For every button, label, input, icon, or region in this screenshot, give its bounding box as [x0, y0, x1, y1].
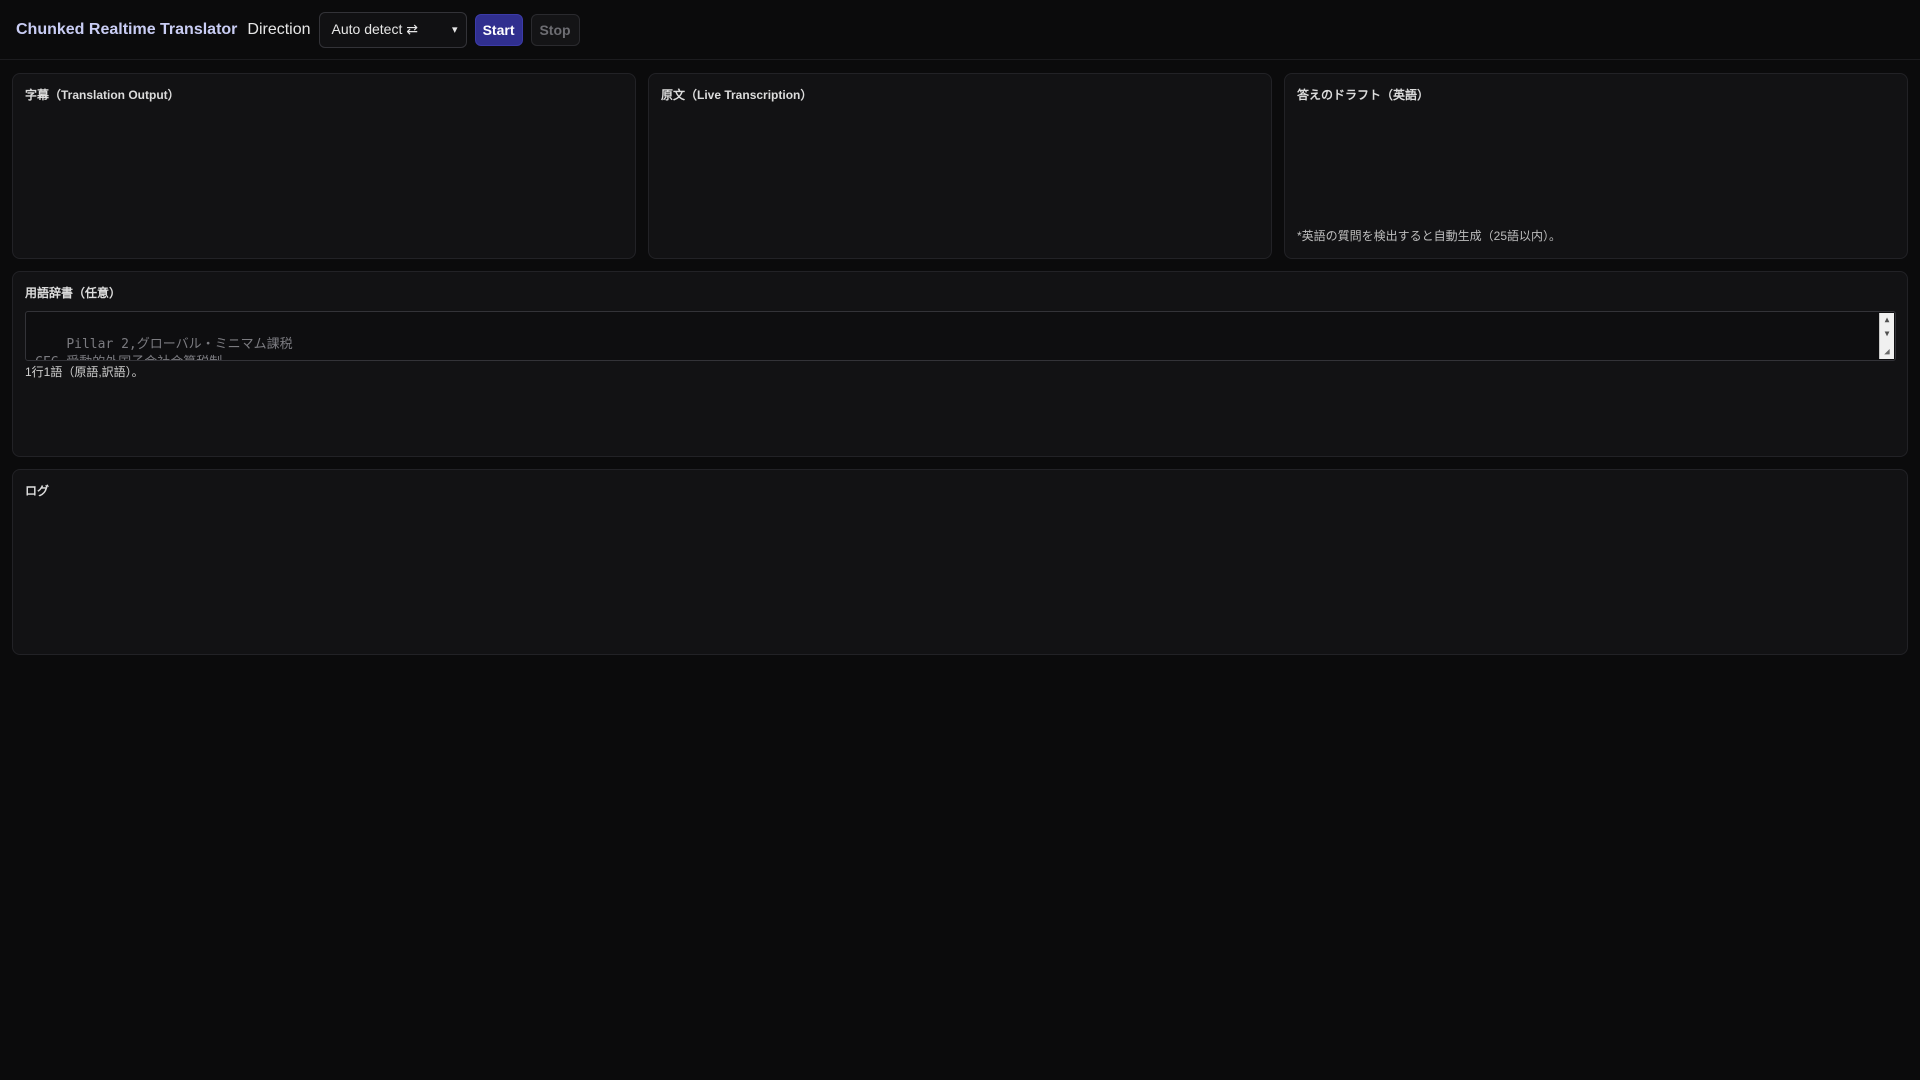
direction-select[interactable]: Auto detect ⇄ ▾ [318, 11, 467, 48]
source-transcription-panel: 原文（Live Transcription） [648, 73, 1272, 259]
scroll-up-icon[interactable]: ▲ [1880, 313, 1894, 327]
glossary-panel-title: 用語辞書（任意） [25, 286, 122, 300]
resize-grip-icon[interactable]: ◢ [1880, 345, 1894, 359]
draft-panel-note: *英語の質問を検出すると自動生成（25語以内）。 [1297, 229, 1562, 243]
glossary-scrollbar[interactable]: ▲ ▼ ◢ [1879, 313, 1894, 359]
subtitles-panel: 字幕（Translation Output） [12, 73, 636, 259]
glossary-textarea[interactable]: Pillar 2,グローバル・ミニマム課税 CFC,受動的外国子会社合算税制 B… [25, 311, 1896, 361]
glossary-help-text: 1行1語（原語,訳語）。 [25, 365, 144, 379]
direction-selected-value: Auto detect ⇄ [331, 21, 418, 37]
source-panel-title: 原文（Live Transcription） [661, 88, 813, 102]
answer-draft-panel: 答えのドラフト（英語） *英語の質問を検出すると自動生成（25語以内）。 [1284, 73, 1908, 259]
top-bar: Chunked Realtime Translator Direction Au… [0, 0, 1920, 60]
chevron-updown-icon: ▾ [452, 24, 458, 36]
glossary-placeholder: Pillar 2,グローバル・ミニマム課税 CFC,受動的外国子会社合算税制 B… [35, 337, 293, 360]
start-button[interactable]: Start [474, 13, 523, 46]
subtitles-panel-title: 字幕（Translation Output） [25, 88, 180, 102]
log-panel-title: ログ [25, 484, 50, 498]
stop-button[interactable]: Stop [530, 13, 580, 46]
app-title: Chunked Realtime Translator [16, 20, 238, 38]
glossary-panel: 用語辞書（任意） Pillar 2,グローバル・ミニマム課税 CFC,受動的外国… [12, 271, 1908, 457]
scroll-down-icon[interactable]: ▼ [1880, 327, 1894, 341]
direction-label: Direction [247, 20, 311, 38]
log-panel: ログ [12, 469, 1908, 655]
draft-panel-title: 答えのドラフト（英語） [1297, 88, 1430, 102]
output-panels-row: 字幕（Translation Output） 原文（Live Transcrip… [12, 73, 1908, 259]
